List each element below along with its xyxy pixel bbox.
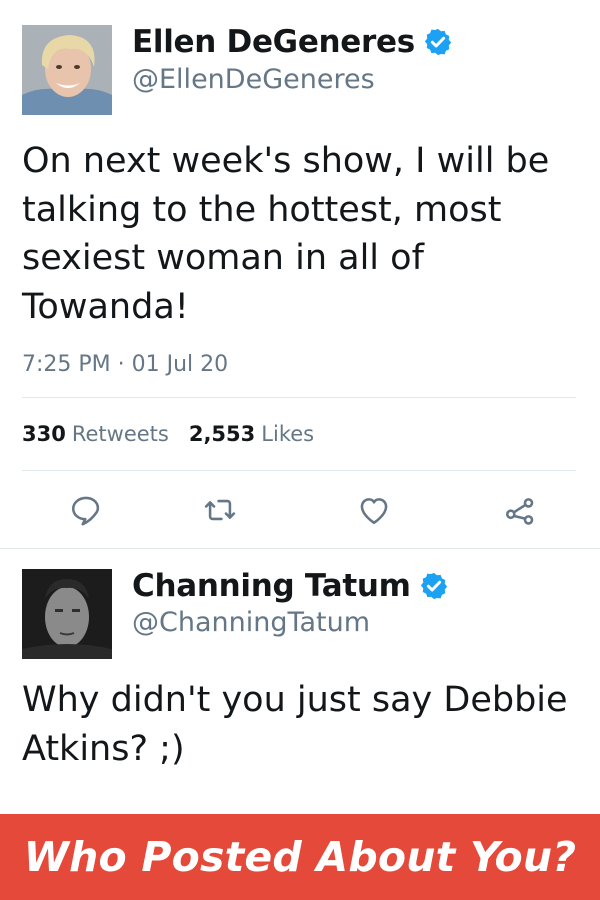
user-handle[interactable]: @EllenDeGeneres <box>132 63 375 97</box>
retweet-count: 330 <box>22 422 66 446</box>
like-button[interactable] <box>352 488 396 532</box>
retweets-stat[interactable]: 330 Retweets <box>22 418 169 450</box>
avatar-photo <box>22 25 112 115</box>
avatar[interactable] <box>22 569 112 659</box>
banner-text: Who Posted About You? <box>23 833 577 881</box>
avatar[interactable] <box>22 25 112 115</box>
engagement-stats: 330 Retweets 2,553 Likes <box>22 418 334 450</box>
like-label: Likes <box>261 422 315 446</box>
tweet-card-2: Channing Tatum @ChanningTatum Why didn't… <box>0 549 600 814</box>
verified-badge-icon <box>420 572 447 600</box>
retweet-button[interactable] <box>198 488 242 532</box>
share-icon <box>505 498 534 525</box>
tweet-card-1: Ellen DeGeneres @EllenDeGeneres On next … <box>0 0 600 548</box>
divider <box>22 470 576 471</box>
reply-icon <box>71 496 100 526</box>
display-name[interactable]: Channing Tatum <box>132 566 411 606</box>
likes-stat[interactable]: 2,553 Likes <box>189 418 314 450</box>
promo-banner: Who Posted About You? <box>0 814 600 900</box>
timestamp[interactable]: 7:25 PM · 01 Jul 20 <box>22 349 228 381</box>
user-handle[interactable]: @ChanningTatum <box>132 606 370 640</box>
author-row: Ellen DeGeneres <box>132 22 453 62</box>
share-button[interactable] <box>498 488 542 532</box>
tweet-text: Why didn't you just say Debbie Atkins? ;… <box>22 680 568 769</box>
tweet-text: On next week's show, I will be talking t… <box>22 141 550 327</box>
retweet-icon <box>204 499 236 521</box>
author-row: Channing Tatum <box>132 566 449 606</box>
like-icon <box>360 498 388 525</box>
tweet-actions <box>0 488 600 532</box>
like-count: 2,553 <box>188 422 256 446</box>
avatar-photo <box>22 569 112 659</box>
divider <box>22 397 576 398</box>
verified-badge-icon <box>424 28 452 56</box>
reply-button[interactable] <box>64 488 108 532</box>
display-name[interactable]: Ellen DeGeneres <box>132 22 415 62</box>
retweet-label: Retweets <box>71 422 169 446</box>
